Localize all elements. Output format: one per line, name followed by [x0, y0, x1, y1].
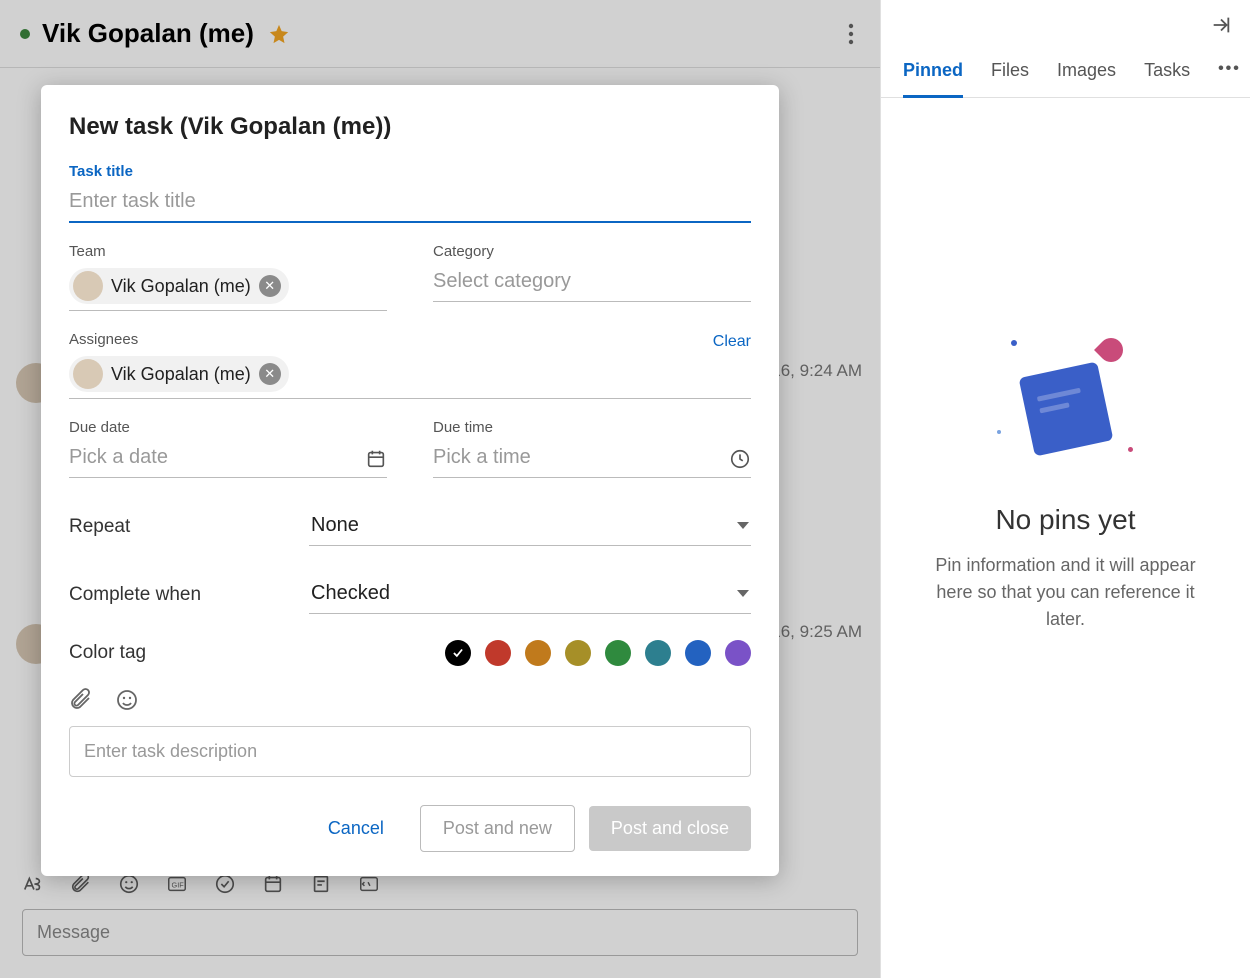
assignees-field[interactable]: Vik Gopalan (me) ✕	[69, 352, 751, 399]
task-description-input[interactable]	[69, 726, 751, 777]
svg-text:GIF: GIF	[172, 881, 185, 890]
tab-pinned[interactable]: Pinned	[903, 60, 963, 98]
chevron-down-icon	[737, 522, 749, 529]
chat-header: Vik Gopalan (me)	[0, 0, 880, 68]
post-and-close-button[interactable]: Post and close	[589, 806, 751, 851]
message-timestamp: /16, 9:24 AM	[767, 361, 862, 381]
format-icon[interactable]	[22, 873, 44, 895]
chip-label: Vik Gopalan (me)	[111, 276, 251, 297]
color-swatch[interactable]	[725, 640, 751, 666]
team-label: Team	[69, 243, 387, 260]
category-input[interactable]	[433, 264, 751, 302]
task-title-input[interactable]	[69, 184, 751, 223]
tabs-more-icon[interactable]: •••	[1218, 60, 1241, 97]
empty-title: No pins yet	[995, 504, 1135, 536]
calendar-icon[interactable]	[365, 448, 387, 470]
color-swatch[interactable]	[485, 640, 511, 666]
right-panel: Pinned Files Images Tasks ••• No pins ye…	[880, 0, 1250, 978]
color-swatch[interactable]	[565, 640, 591, 666]
color-swatch[interactable]	[445, 640, 471, 666]
code-icon[interactable]	[358, 873, 380, 895]
color-swatch[interactable]	[525, 640, 551, 666]
collapse-panel-icon[interactable]	[1210, 14, 1232, 36]
modal-title: New task (Vik Gopalan (me))	[69, 113, 751, 141]
emoji-icon[interactable]	[118, 873, 140, 895]
assignees-label: Assignees	[69, 331, 138, 348]
presence-indicator	[20, 29, 30, 39]
chevron-down-icon	[737, 590, 749, 597]
color-swatches	[445, 640, 751, 666]
avatar	[73, 359, 103, 389]
repeat-select[interactable]: None	[309, 508, 751, 546]
message-input[interactable]: Message	[22, 909, 858, 956]
due-time-label: Due time	[433, 419, 751, 436]
due-time-input[interactable]	[433, 440, 729, 477]
cancel-button[interactable]: Cancel	[306, 806, 406, 851]
avatar	[73, 271, 103, 301]
emoji-icon[interactable]	[115, 688, 139, 712]
more-options-icon[interactable]	[842, 17, 860, 51]
empty-illustration	[991, 324, 1141, 474]
complete-when-select[interactable]: Checked	[309, 576, 751, 614]
tab-images[interactable]: Images	[1057, 60, 1116, 97]
task-icon[interactable]	[214, 873, 236, 895]
team-field[interactable]: Vik Gopalan (me) ✕	[69, 264, 387, 311]
star-icon[interactable]	[268, 23, 290, 45]
repeat-value: None	[311, 514, 359, 537]
empty-state: No pins yet Pin information and it will …	[881, 98, 1250, 978]
tab-tasks[interactable]: Tasks	[1144, 60, 1190, 97]
attachment-icon[interactable]	[70, 873, 92, 895]
color-swatch[interactable]	[685, 640, 711, 666]
due-date-input[interactable]	[69, 440, 365, 477]
complete-when-label: Complete when	[69, 584, 269, 606]
panel-tabs: Pinned Files Images Tasks •••	[881, 36, 1250, 98]
due-date-label: Due date	[69, 419, 387, 436]
remove-chip-icon[interactable]: ✕	[259, 275, 281, 297]
color-swatch[interactable]	[605, 640, 631, 666]
chat-title: Vik Gopalan (me)	[42, 18, 254, 49]
empty-subtitle: Pin information and it will appear here …	[917, 552, 1214, 633]
remove-chip-icon[interactable]: ✕	[259, 363, 281, 385]
clock-icon[interactable]	[729, 448, 751, 470]
calendar-icon[interactable]	[262, 873, 284, 895]
post-and-new-button[interactable]: Post and new	[420, 805, 575, 852]
note-icon[interactable]	[310, 873, 332, 895]
clear-assignees-button[interactable]: Clear	[713, 333, 751, 351]
tab-files[interactable]: Files	[991, 60, 1029, 97]
team-chip: Vik Gopalan (me) ✕	[69, 268, 289, 304]
attachment-icon[interactable]	[69, 688, 93, 712]
category-label: Category	[433, 243, 751, 260]
task-title-label: Task title	[69, 163, 751, 180]
gif-icon[interactable]: GIF	[166, 873, 188, 895]
assignee-chip: Vik Gopalan (me) ✕	[69, 356, 289, 392]
message-timestamp: /16, 9:25 AM	[767, 622, 862, 642]
new-task-modal: New task (Vik Gopalan (me)) Task title T…	[41, 85, 779, 876]
repeat-label: Repeat	[69, 516, 269, 538]
color-swatch[interactable]	[645, 640, 671, 666]
chip-label: Vik Gopalan (me)	[111, 364, 251, 385]
color-tag-label: Color tag	[69, 642, 269, 664]
complete-when-value: Checked	[311, 582, 390, 605]
